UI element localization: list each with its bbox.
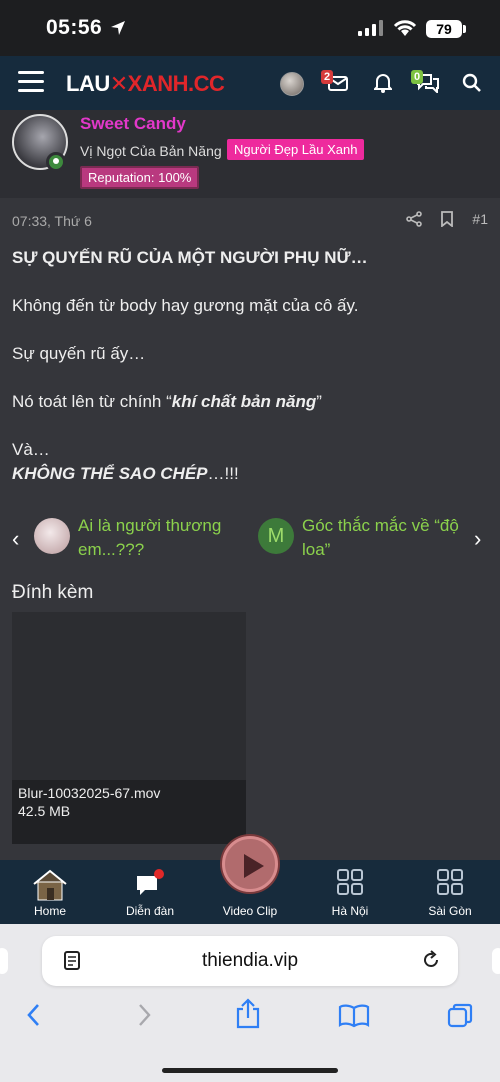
browser-toolbar: thiendia.vip xyxy=(0,924,500,1082)
author-name[interactable]: Sweet Candy xyxy=(80,114,186,134)
forward-icon[interactable] xyxy=(134,1002,154,1028)
search-icon[interactable] xyxy=(462,73,482,93)
tab-edge-left xyxy=(0,948,8,974)
chat-count-badge: 0 xyxy=(411,70,424,84)
site-logo[interactable]: LAU✕XANH.CC xyxy=(66,71,225,97)
wifi-icon xyxy=(393,20,417,36)
post-author: Sweet Candy Vị Ngọt Của Bản Năng Người Đ… xyxy=(0,110,500,198)
bell-icon[interactable] xyxy=(374,73,392,93)
app-header: LAU✕XANH.CC 2 0 xyxy=(0,56,500,110)
cell-signal-icon xyxy=(358,20,383,36)
share-icon[interactable] xyxy=(234,998,262,1030)
location-arrow-icon xyxy=(111,21,125,35)
thread-navigation: ‹ Ai là người thương em...??? M Góc thắc… xyxy=(0,514,500,564)
nav-forum[interactable]: Diễn đàn xyxy=(110,868,190,918)
bookmark-icon[interactable] xyxy=(440,211,454,227)
grid-icon xyxy=(337,869,363,895)
next-thread-link[interactable]: M Góc thắc mắc về “độ loa” xyxy=(258,514,462,562)
attachment-filename[interactable]: Blur-10032025-67.mov xyxy=(18,784,240,802)
grid-icon xyxy=(437,869,463,895)
video-clip-play-icon[interactable] xyxy=(222,836,278,892)
post-paragraph: Không đến từ body hay gương mặt của cô ấ… xyxy=(12,296,359,315)
tab-edge-right xyxy=(492,948,500,974)
back-icon[interactable] xyxy=(24,1002,44,1028)
battery-nub xyxy=(463,25,466,33)
nav-hanoi[interactable]: Hà Nội xyxy=(310,868,390,918)
attachment-video[interactable]: Blur-10032025-67.mov 42.5 MB xyxy=(12,612,246,844)
home-indicator xyxy=(162,1068,338,1073)
nav-home[interactable]: Home xyxy=(10,868,90,918)
post-timestamp[interactable]: 07:33, Thứ 6 xyxy=(12,213,92,229)
status-bar: 05:56 79 xyxy=(0,0,500,56)
attachments-heading: Đính kèm xyxy=(12,582,94,603)
user-avatar[interactable] xyxy=(280,72,304,96)
clock: 05:56 xyxy=(46,16,103,39)
attachment-caption: Blur-10032025-67.mov 42.5 MB xyxy=(12,780,246,844)
next-thread-title[interactable]: Góc thắc mắc về “độ loa” xyxy=(302,514,462,562)
prev-thread-link[interactable]: Ai là người thương em...??? xyxy=(34,514,248,562)
share-icon[interactable] xyxy=(406,211,423,227)
hamburger-menu-icon[interactable] xyxy=(18,71,44,93)
battery-icon: 79 xyxy=(426,20,462,38)
post-actions: #1 xyxy=(406,211,488,227)
prev-thread-title[interactable]: Ai là người thương em...??? xyxy=(78,514,248,562)
post-number[interactable]: #1 xyxy=(472,211,488,227)
bookmarks-icon[interactable] xyxy=(338,1004,370,1028)
post-paragraph: Nó toát lên từ chính “khí chất bản năng” xyxy=(12,392,322,411)
chevron-left-icon[interactable]: ‹ xyxy=(12,526,19,552)
address-bar[interactable]: thiendia.vip xyxy=(42,936,458,986)
forum-chat-icon xyxy=(137,869,164,895)
inbox-count-badge: 2 xyxy=(321,70,334,84)
post: 07:33, Thứ 6 #1 SỰ QUYẾN RŨ CỦA MỘT NGƯỜ… xyxy=(0,198,500,860)
nav-saigon[interactable]: Sài Gòn xyxy=(410,868,490,918)
next-thread-avatar: M xyxy=(258,518,294,554)
author-title-badge: Người Đẹp Lầu Xanh xyxy=(227,139,365,160)
reputation-badge: Reputation: 100% xyxy=(80,166,200,189)
post-body: SỰ QUYẾN RŨ CỦA MỘT NGƯỜI PHỤ NỮ… Không … xyxy=(12,246,488,486)
reload-icon[interactable] xyxy=(420,949,442,971)
author-tagline: Vị Ngọt Của Bản Năng xyxy=(80,143,222,159)
chevron-right-icon[interactable]: › xyxy=(474,526,481,552)
post-heading: SỰ QUYẾN RŨ CỦA MỘT NGƯỜI PHỤ NỮ… xyxy=(12,248,368,267)
tabs-icon[interactable] xyxy=(446,1002,474,1030)
prev-thread-avatar xyxy=(34,518,70,554)
attachment-filesize: 42.5 MB xyxy=(18,803,71,819)
url-text[interactable]: thiendia.vip xyxy=(42,950,458,972)
home-icon xyxy=(33,869,67,901)
online-status-icon xyxy=(46,152,66,172)
post-paragraph: Và… KHÔNG THỂ SAO CHÉP…!!! xyxy=(12,440,239,483)
post-paragraph: Sự quyến rũ ấy… xyxy=(12,344,146,363)
